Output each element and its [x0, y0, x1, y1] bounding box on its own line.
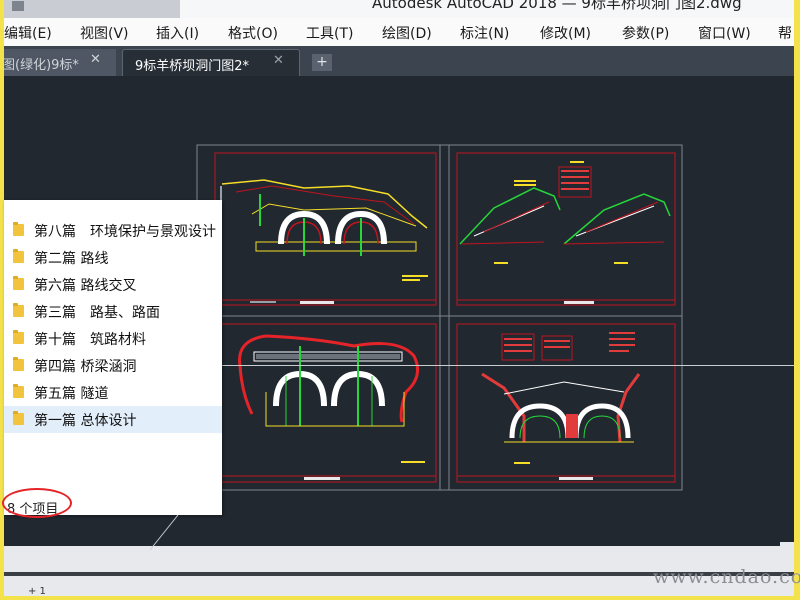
highlight-circle — [2, 488, 72, 518]
folder-icon — [13, 330, 24, 344]
list-item[interactable]: 第四篇 桥梁涵洞 — [4, 352, 222, 379]
menu-parametric[interactable]: 参数(P) — [622, 23, 669, 43]
menu-window[interactable]: 窗口(W) — [698, 23, 751, 43]
document-tab-bar: 图(绿化)9标* ✕ 9标羊桥坝洞门图2* ✕ + — [4, 46, 794, 76]
item-name: 第五篇 隧道 — [34, 386, 109, 402]
item-name: 第六篇 路线交叉 — [34, 278, 137, 294]
menu-bar: 编辑(E) 视图(V) 插入(I) 格式(O) 工具(T) 绘图(D) 标注(N… — [4, 18, 794, 47]
item-name: 第八篇 环境保护与景观设计 — [34, 224, 216, 240]
save-icon[interactable] — [12, 1, 24, 11]
list-item[interactable]: 第六篇 路线交叉 — [4, 271, 222, 298]
list-item[interactable]: 第五篇 隧道 — [4, 379, 222, 406]
window-title: Autodesk AutoCAD 2018 — 9标羊桥坝洞门图2.dwg — [372, 0, 742, 12]
item-name: 第三篇 路基、路面 — [34, 305, 160, 321]
sheet-bottom-right — [456, 323, 676, 483]
new-tab-button[interactable]: + — [312, 54, 332, 71]
list-item-selected[interactable]: 第一篇 总体设计 — [4, 406, 222, 433]
folder-icon — [13, 303, 24, 317]
list-item[interactable]: 第二篇 路线 — [4, 244, 222, 271]
tab-tunnel-portal-drawing[interactable]: 9标羊桥坝洞门图2* ✕ — [122, 49, 300, 76]
item-name: 第四篇 桥梁涵洞 — [34, 359, 137, 375]
list-item[interactable]: 第三篇 路基、路面 — [4, 298, 222, 325]
sheet-top-right — [456, 152, 676, 306]
coordinate-readout: + 1 — [28, 586, 46, 596]
folder-icon — [13, 357, 24, 371]
menu-modify[interactable]: 修改(M) — [540, 23, 591, 43]
menu-help[interactable]: 帮 — [778, 23, 792, 43]
tab-label: 9标羊桥坝洞门图2* — [135, 59, 250, 74]
folder-icon — [13, 411, 24, 425]
item-name: 第二篇 路线 — [34, 251, 109, 267]
folder-icon — [13, 249, 24, 263]
sheet-bottom-left — [214, 323, 437, 483]
folder-icon — [13, 276, 24, 290]
menu-edit[interactable]: 编辑(E) — [4, 23, 52, 43]
close-icon[interactable]: ✕ — [273, 53, 284, 68]
menu-format[interactable]: 格式(O) — [228, 23, 278, 43]
tab-label: 图(绿化)9标* — [4, 58, 79, 73]
item-name: 第十篇 筑路材料 — [34, 332, 146, 348]
quick-access-toolbar[interactable] — [4, 0, 180, 18]
item-name: 第一篇 总体设计 — [34, 413, 137, 429]
tab-greening-drawing[interactable]: 图(绿化)9标* ✕ — [4, 49, 116, 76]
title-bar: Autodesk AutoCAD 2018 — 9标羊桥坝洞门图2.dwg — [4, 0, 794, 18]
sheet-top-left — [214, 152, 437, 306]
list-item[interactable]: 第十篇 筑路材料 — [4, 325, 222, 352]
folder-icon — [13, 222, 24, 236]
menu-draw[interactable]: 绘图(D) — [382, 23, 432, 43]
menu-dimension[interactable]: 标注(N) — [460, 23, 509, 43]
close-icon[interactable]: ✕ — [90, 52, 101, 67]
folder-icon — [13, 384, 24, 398]
watermark: www.cndao.com — [653, 566, 800, 588]
menu-insert[interactable]: 插入(I) — [156, 23, 199, 43]
menu-tools[interactable]: 工具(T) — [306, 23, 353, 43]
file-explorer-panel: 第八篇 环境保护与景观设计 第二篇 路线 第六篇 路线交叉 第三篇 路基、路面 … — [4, 200, 222, 515]
menu-view[interactable]: 视图(V) — [80, 23, 129, 43]
list-item[interactable]: 第八篇 环境保护与景观设计 — [4, 217, 222, 244]
